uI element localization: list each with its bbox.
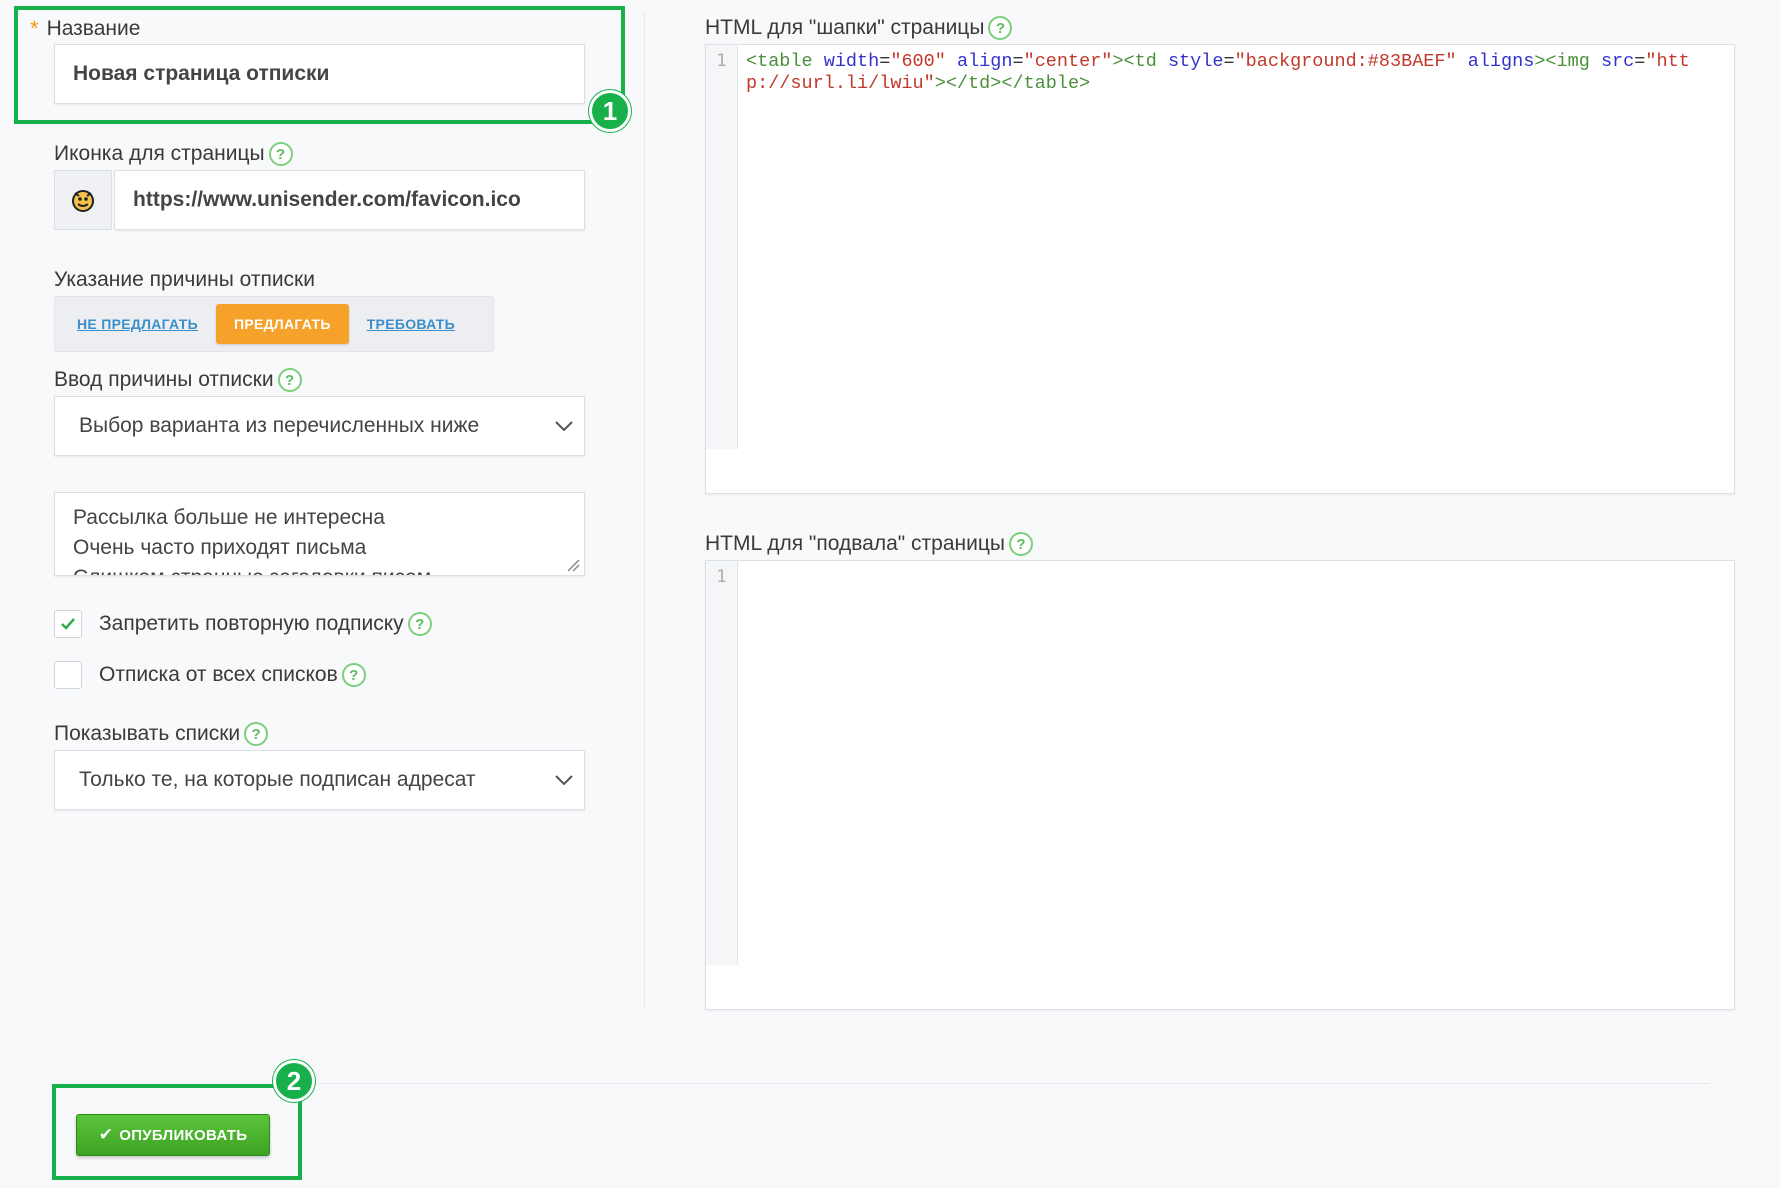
code-token: "background:#83BAEF" bbox=[1234, 51, 1468, 72]
reason-mode-none[interactable]: НЕ ПРЕДЛАГАТЬ bbox=[59, 304, 216, 344]
line-number: 1 bbox=[716, 51, 727, 71]
header-html-editor[interactable]: 1 <table width="600" align="center"><td … bbox=[705, 44, 1735, 494]
name-input[interactable]: Новая страница отписки bbox=[54, 44, 585, 104]
reason-mode-label-text: Указание причины отписки bbox=[54, 268, 315, 291]
reason-line: Слишком странные заголовки писем bbox=[73, 563, 566, 575]
code-token: ></td></table> bbox=[934, 73, 1091, 94]
reason-input-select[interactable]: Выбор варианта из перечисленных ниже bbox=[54, 396, 585, 456]
code-token: = bbox=[1223, 51, 1235, 72]
code-token: src bbox=[1600, 51, 1635, 72]
unsubscribe-all-label: Отписка от всех списков ? bbox=[99, 663, 366, 687]
help-icon[interactable]: ? bbox=[407, 612, 432, 636]
footer-separator bbox=[300, 1083, 1710, 1084]
reason-mode-label: Указание причины отписки bbox=[54, 268, 315, 292]
forbid-resubscribe-checkbox[interactable] bbox=[54, 610, 82, 638]
code-token: ><img bbox=[1534, 51, 1601, 72]
name-label: * Название bbox=[30, 16, 140, 42]
reason-mode-offer[interactable]: ПРЕДЛАГАТЬ bbox=[215, 304, 349, 344]
header-html-code: <table width="600" align="center"><td st… bbox=[746, 51, 1714, 95]
required-mark: * bbox=[30, 16, 39, 41]
reason-input-label: Ввод причины отписки ? bbox=[54, 368, 302, 392]
publish-button[interactable]: ✔ ОПУБЛИКОВАТЬ bbox=[76, 1114, 270, 1156]
code-token: aligns bbox=[1467, 51, 1535, 72]
reasons-textarea[interactable]: Рассылка больше не интересна Очень часто… bbox=[54, 492, 585, 576]
forbid-resubscribe-text: Запретить повторную подписку bbox=[99, 612, 404, 635]
show-lists-select-value: Только те, на которые подписан адресат bbox=[79, 768, 476, 791]
checkmark-icon bbox=[61, 618, 75, 630]
help-icon[interactable]: ? bbox=[244, 722, 269, 746]
line-number-gutter: 1 bbox=[706, 561, 738, 965]
icon-label-text: Иконка для страницы bbox=[54, 142, 265, 165]
chevron-down-icon bbox=[544, 421, 584, 431]
header-html-label: HTML для "шапки" страницы ? bbox=[705, 16, 1013, 40]
code-token: "center" bbox=[1023, 51, 1113, 72]
unsubscribe-all-text: Отписка от всех списков bbox=[99, 663, 338, 686]
name-label-text: Название bbox=[46, 17, 141, 40]
chevron-down-icon bbox=[544, 775, 584, 785]
callout-badge-2: 2 bbox=[273, 1060, 315, 1102]
reason-mode-segmented: НЕ ПРЕДЛАГАТЬ ПРЕДЛАГАТЬ ТРЕБОВАТЬ bbox=[54, 296, 494, 352]
reason-line: Рассылка больше не интересна bbox=[73, 506, 385, 529]
icon-url-input[interactable]: https://www.unisender.com/favicon.ico bbox=[114, 170, 585, 230]
help-icon[interactable]: ? bbox=[341, 663, 366, 687]
column-divider bbox=[644, 12, 645, 1007]
publish-button-label: ОПУБЛИКОВАТЬ bbox=[119, 1126, 248, 1144]
code-token: = bbox=[1634, 51, 1646, 72]
resize-handle-icon[interactable] bbox=[566, 558, 580, 572]
reason-input-select-value: Выбор варианта из перечисленных ниже bbox=[79, 414, 480, 437]
code-token: <table bbox=[746, 51, 824, 72]
line-number-gutter: 1 bbox=[706, 45, 738, 449]
callout-badge-1: 1 bbox=[589, 90, 631, 132]
code-token: "600" bbox=[890, 51, 957, 72]
icon-label: Иконка для страницы ? bbox=[54, 142, 293, 166]
reason-mode-require[interactable]: ТРЕБОВАТЬ bbox=[349, 304, 473, 344]
header-html-label-text: HTML для "шапки" страницы bbox=[705, 16, 985, 39]
favicon-preview bbox=[54, 170, 112, 230]
check-icon: ✔ bbox=[98, 1125, 114, 1144]
footer-html-label-text: HTML для "подвала" страницы bbox=[705, 532, 1005, 555]
code-token: = bbox=[879, 51, 891, 72]
line-number: 1 bbox=[716, 567, 727, 587]
show-lists-label-text: Показывать списки bbox=[54, 722, 241, 745]
help-icon[interactable]: ? bbox=[268, 142, 293, 166]
footer-html-editor[interactable]: 1 bbox=[705, 560, 1735, 1010]
code-token: ><td bbox=[1112, 51, 1168, 72]
favicon-icon bbox=[72, 190, 94, 212]
help-icon[interactable]: ? bbox=[1008, 532, 1033, 556]
reason-line: Очень часто приходят письма bbox=[73, 536, 367, 559]
reason-input-label-text: Ввод причины отписки bbox=[54, 368, 274, 391]
code-token: width bbox=[823, 51, 880, 72]
show-lists-label: Показывать списки ? bbox=[54, 722, 269, 746]
forbid-resubscribe-label: Запретить повторную подписку ? bbox=[99, 612, 432, 636]
code-token: align bbox=[956, 51, 1013, 72]
code-token: style bbox=[1167, 51, 1224, 72]
code-token: = bbox=[1012, 51, 1024, 72]
footer-html-label: HTML для "подвала" страницы ? bbox=[705, 532, 1033, 556]
help-icon[interactable]: ? bbox=[277, 368, 302, 392]
name-input-value: Новая страница отписки bbox=[73, 62, 330, 85]
show-lists-select[interactable]: Только те, на которые подписан адресат bbox=[54, 750, 585, 810]
unsubscribe-all-checkbox[interactable] bbox=[54, 661, 82, 689]
icon-url-value: https://www.unisender.com/favicon.ico bbox=[133, 188, 521, 211]
help-icon[interactable]: ? bbox=[988, 16, 1013, 40]
